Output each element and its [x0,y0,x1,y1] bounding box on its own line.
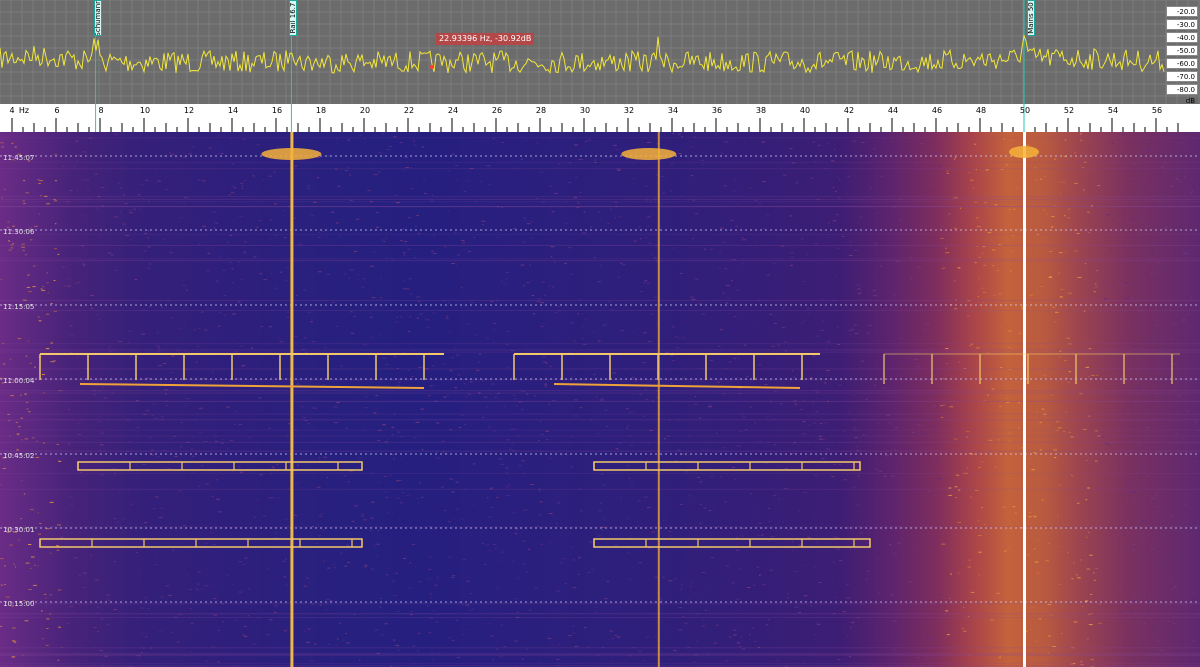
freq-tick-label: 44 [887,106,899,115]
cursor-dot [430,65,434,69]
freq-tick-label: 14 [227,106,239,115]
db-label: -60.0 dB [1166,58,1198,79]
freq-tick-label: 12 [183,106,195,115]
freq-tick-label: 56 [1151,106,1163,115]
frequency-axis[interactable]: 4 Hz 6 8 10 12 14 16 18 20 22 24 26 28 3… [0,104,1200,133]
time-label: 11:45:07 [3,154,35,162]
time-label: 10:30:01 [3,526,35,534]
freq-tick-label: 50 [1019,106,1031,115]
spectrum-plot[interactable]: Schumann Rail 16.7 Mains 50 22.93396 Hz,… [0,0,1200,104]
waterfall-canvas[interactable] [0,132,1200,667]
freq-tick-label: 38 [755,106,767,115]
freq-tick-label: 32 [623,106,635,115]
freq-tick-label: 10 [139,106,151,115]
freq-tick-label: 24 [447,106,459,115]
freq-tick-label: 26 [491,106,503,115]
time-label: 11:30:06 [3,228,35,236]
db-scale: -20.0 dB -30.0 dB -40.0 dB -50.0 dB -60.… [1166,6,1198,104]
marker-label: Rail 16.7 [289,2,297,34]
waterfall-display[interactable]: 11:45:07 11:30:06 11:15:05 11:00:04 10:4… [0,132,1200,667]
time-label: 11:15:05 [3,303,35,311]
db-label: -80.0 dB [1166,84,1198,104]
freq-tick-label: 54 [1107,106,1119,115]
freq-tick-label: 4 [9,106,15,115]
marker-label: Schumann [94,0,102,36]
freq-tick-label: 18 [315,106,327,115]
freq-tick-label: 28 [535,106,547,115]
freq-tick-label: 36 [711,106,723,115]
freq-tick-label: 52 [1063,106,1075,115]
freq-tick-label: 30 [579,106,591,115]
freq-tick-label: 6 [54,106,60,115]
freq-tick-label: 16 [271,106,283,115]
freq-tick-label: 22 [403,106,415,115]
marker-flag-mains[interactable]: Mains 50 [1027,0,1035,36]
time-label: 10:15:00 [3,600,35,608]
db-label: -50.0 dB [1166,45,1198,66]
marker-label: Mains 50 [1027,2,1035,34]
time-label: 11:00:04 [3,377,35,385]
freq-tick-label: 20 [359,106,371,115]
freq-tick-label: 48 [975,106,987,115]
freq-tick-label: 8 [98,106,104,115]
db-label: -20.0 dB [1166,6,1198,27]
db-label: -70.0 dB [1166,71,1198,92]
db-label: -30.0 dB [1166,19,1198,40]
spectrum-analyzer-window: Schumann Rail 16.7 Mains 50 22.93396 Hz,… [0,0,1200,667]
cursor-readout: 22.93396 Hz, -30.92dB [436,33,535,45]
freq-tick-label: 46 [931,106,943,115]
marker-flag-schumann[interactable]: Schumann [94,0,102,36]
freq-tick-label: 34 [667,106,679,115]
db-label: -40.0 dB [1166,32,1198,53]
freq-unit-label: Hz [18,106,30,115]
freq-tick-label: 42 [843,106,855,115]
spectrum-canvas[interactable] [0,0,1200,104]
marker-flag-rail[interactable]: Rail 16.7 [289,0,297,36]
time-label: 10:45:02 [3,452,35,460]
freq-tick-label: 40 [799,106,811,115]
